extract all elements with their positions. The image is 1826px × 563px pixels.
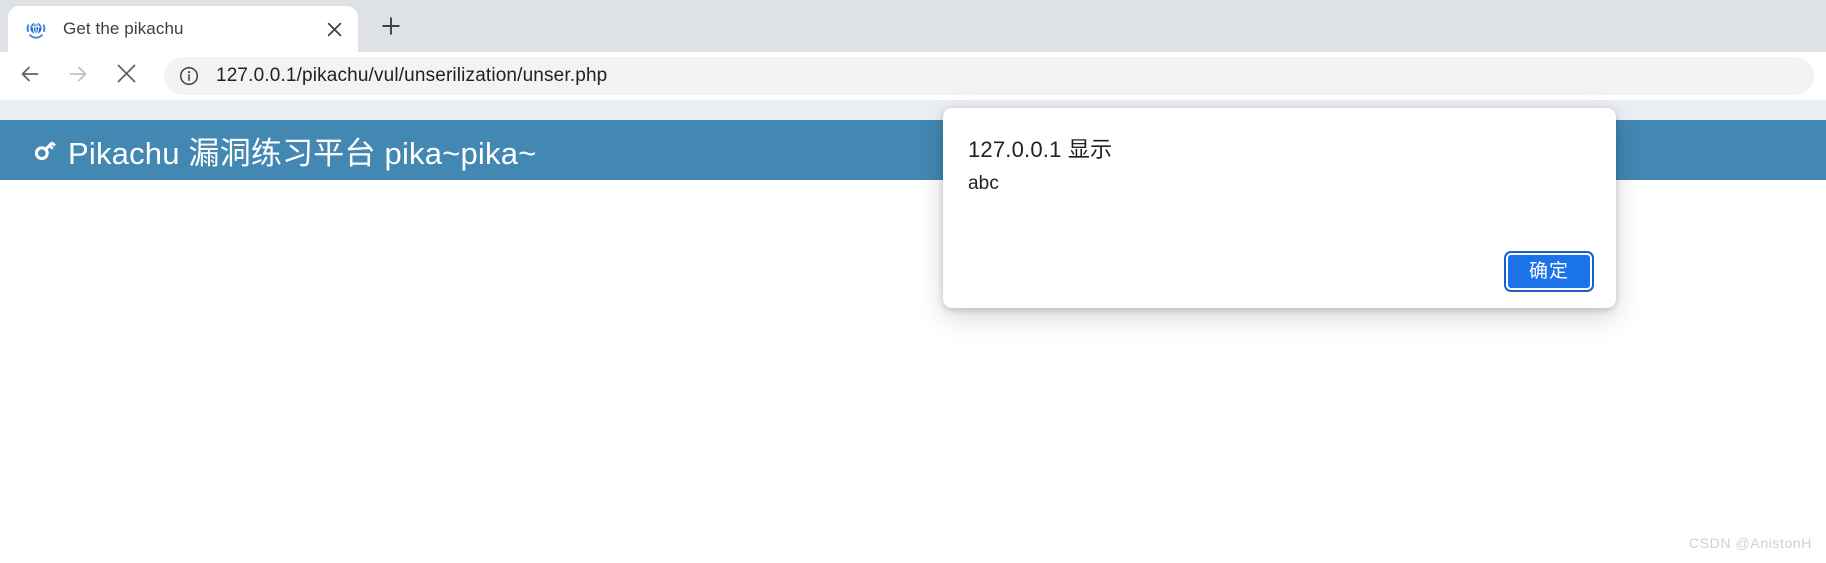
key-icon — [30, 135, 60, 165]
stop-loading-button[interactable] — [106, 56, 146, 96]
tab-strip: Get the pikachu — [0, 0, 1826, 52]
dialog-title: 127.0.0.1 显示 — [968, 137, 1113, 162]
dialog-actions: 确定 — [1506, 253, 1592, 290]
dialog-message: abc — [968, 173, 999, 194]
tab-title: Get the pikachu — [63, 19, 184, 38]
close-icon[interactable] — [322, 17, 346, 41]
close-x-stop-loading-icon — [116, 63, 137, 89]
watermark: CSDN @AnistonH — [1689, 535, 1812, 551]
new-tab-button[interactable] — [370, 7, 412, 49]
browser-toolbar: 127.0.0.1/pikachu/vul/unserilization/uns… — [0, 52, 1826, 100]
info-circle-icon[interactable] — [174, 61, 204, 91]
back-button[interactable] — [10, 56, 50, 96]
address-bar[interactable]: 127.0.0.1/pikachu/vul/unserilization/uns… — [164, 57, 1814, 95]
globe-blue-favicon-icon — [25, 18, 47, 40]
javascript-alert-dialog: 127.0.0.1 显示 abc 确定 — [943, 108, 1616, 308]
browser-window: Get the pikachu 127.0.0.1/pikachu/vul/un… — [0, 0, 1826, 563]
site-title: Pikachu 漏洞练习平台 pika~pika~ — [68, 135, 537, 171]
ok-button[interactable]: 确定 — [1506, 253, 1592, 290]
address-bar-url-text: 127.0.0.1/pikachu/vul/unserilization/uns… — [216, 65, 608, 86]
arrow-left-icon — [18, 62, 42, 91]
browser-tab[interactable]: Get the pikachu — [8, 6, 358, 52]
arrow-right-icon — [66, 62, 90, 91]
forward-button — [58, 56, 98, 96]
plus-icon — [381, 16, 401, 41]
